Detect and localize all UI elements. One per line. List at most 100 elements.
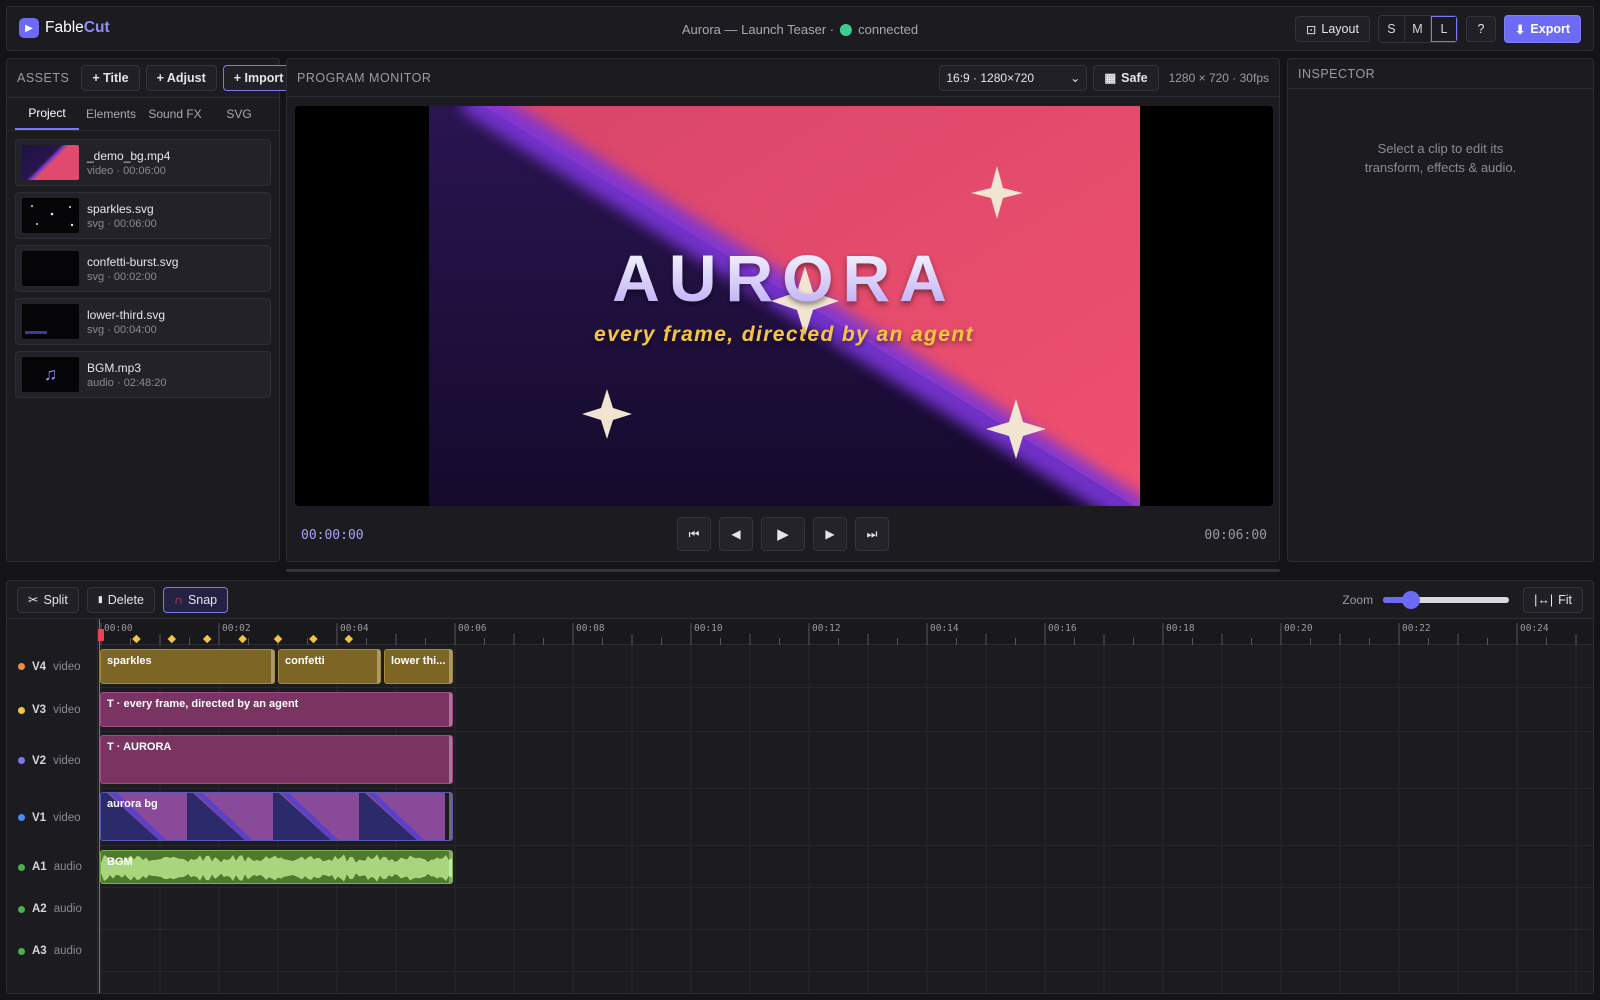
keyframe-marker [273, 634, 283, 644]
track-kind: video [53, 754, 81, 767]
split-button[interactable]: ✂ Split [17, 586, 79, 613]
go-to-start-button[interactable]: ⏮ [677, 517, 711, 551]
preview-artwork: AURORA every frame, directed by an agent [429, 106, 1140, 506]
asset-thumbnail [22, 198, 79, 233]
asset-list: _demo_bg.mp4 video · 00:06:00 sparkles.sv… [7, 131, 279, 406]
app-logo[interactable]: ▶ FableCut [19, 18, 110, 38]
track-kind: video [53, 660, 81, 673]
add-adjust-button[interactable]: + Adjust [145, 65, 217, 91]
aspect-ratio-select[interactable]: 16:9 · 1280×720 ⌄ [939, 64, 1088, 91]
asset-name: BGM.mp3 [87, 360, 142, 375]
delete-button[interactable]: ▮ Delete [86, 586, 155, 613]
track-id: V1 [32, 811, 47, 824]
export-label: Export [1530, 22, 1570, 36]
monitor-title: PROGRAM MONITOR [297, 70, 432, 85]
connection-indicator-icon [840, 23, 853, 36]
frame-tagline: every frame, directed by an agent [594, 323, 974, 346]
track-header-v2[interactable]: V2 video [7, 732, 97, 789]
asset-item[interactable]: confetti-burst.svg svg · 00:02:00 [15, 245, 271, 292]
track-color-dot [18, 905, 25, 913]
track-header-a3[interactable]: A3 audio [7, 930, 97, 972]
clip-trim-handle[interactable] [449, 650, 452, 683]
asset-item[interactable]: lower-third.svg svg · 00:04:00 [15, 298, 271, 345]
track-header-v1[interactable]: V1 video [7, 789, 97, 846]
inspector-empty-line: Select a clip to edit its [1377, 141, 1504, 156]
track-headers: V4 video V3 video V2 video V1 video A1 audio … [7, 619, 97, 993]
previous-frame-button[interactable]: ◀ [719, 517, 753, 551]
asset-name: sparkles.svg [87, 201, 154, 216]
track-header-v4[interactable]: V4 video [7, 645, 97, 688]
inspector-panel: INSPECTOR Select a clip to edit its tran… [1287, 58, 1594, 562]
size-m-button[interactable]: M [1405, 16, 1431, 42]
add-title-button[interactable]: + Title [81, 65, 140, 91]
asset-name: _demo_bg.mp4 [87, 148, 171, 163]
clip-trim-handle[interactable] [449, 736, 452, 783]
frame-headline: AURORA [612, 241, 956, 315]
layout-button[interactable]: ⊡ Layout [1294, 16, 1370, 42]
safe-area-button[interactable]: ▦ Safe [1093, 64, 1159, 91]
tab-sound-fx[interactable]: Sound FX [143, 98, 207, 130]
asset-item[interactable]: sparkles.svg svg · 00:06:00 [15, 192, 271, 239]
lane-a2 [98, 888, 1593, 930]
ruler-label: 00:02 [222, 623, 251, 634]
clip-trim-handle[interactable] [449, 693, 452, 726]
clip-trim-handle[interactable] [449, 793, 452, 840]
track-color-dot [18, 706, 25, 714]
track-id: A3 [32, 945, 47, 957]
help-button[interactable]: ? [1465, 16, 1496, 42]
play-icon: ▶ [777, 526, 789, 543]
fit-label: Fit [1558, 592, 1572, 607]
track-header-a2[interactable]: A2 audio [7, 888, 97, 930]
trash-icon: ▮ [97, 594, 103, 604]
ruler-label: 00:10 [694, 623, 723, 634]
clip-bgm-audio[interactable]: BGM [100, 850, 453, 884]
project-title: Aurora — Launch Teaser · [681, 22, 835, 37]
zoom-slider[interactable] [1383, 590, 1510, 609]
program-monitor: PROGRAM MONITOR 16:9 · 1280×720 ⌄ ▦ Safe 1… [286, 58, 1280, 562]
clip-headline-title[interactable]: T · AURORA [100, 735, 453, 784]
zoom-slider-knob[interactable] [1401, 590, 1420, 609]
track-kind: video [53, 704, 81, 716]
track-color-dot [18, 863, 25, 871]
import-button[interactable]: + Import [222, 65, 295, 91]
preview-stage[interactable]: AURORA every frame, directed by an agent [295, 106, 1273, 506]
tab-project[interactable]: Project [15, 98, 79, 130]
track-header-a1[interactable]: A1 audio [7, 846, 97, 888]
size-s-button[interactable]: S [1379, 16, 1405, 42]
playhead[interactable] [98, 619, 104, 993]
fit-button[interactable]: |↔| Fit [1523, 586, 1583, 613]
clip-sparkles[interactable]: sparkles [100, 649, 275, 684]
panel-resize-handle[interactable] [286, 569, 1280, 572]
clip-trim-handle[interactable] [271, 650, 274, 683]
layout-label: Layout [1321, 22, 1359, 36]
asset-item[interactable]: ♫ BGM.mp3 audio · 02:48:20 [15, 351, 271, 398]
go-to-end-button[interactable]: ⏭ [855, 517, 889, 551]
export-button[interactable]: ⬇ Export [1503, 15, 1581, 43]
skip-start-icon: ⏮ [688, 526, 700, 541]
clip-label: T · every frame, directed by an agent [107, 698, 299, 710]
clip-label: T · AURORA [107, 741, 172, 753]
time-ruler[interactable]: 00:00 00:02 00:04 00:06 00:08 00:10 00:12 00:14… [98, 619, 1593, 645]
next-frame-button[interactable]: ▶ [813, 517, 847, 551]
clip-trim-handle[interactable] [449, 851, 452, 883]
ruler-label: 00:06 [458, 623, 487, 634]
track-header-v3[interactable]: V3 video [7, 688, 97, 732]
timeline-lanes[interactable]: 00:00 00:02 00:04 00:06 00:08 00:10 00:12 00:14… [97, 619, 1593, 993]
inspector-empty-line: transform, effects & audio. [1364, 160, 1517, 175]
playhead-handle[interactable] [98, 629, 104, 641]
asset-thumbnail [22, 304, 79, 339]
clip-label: confetti [285, 655, 325, 667]
clip-lower-third[interactable]: lower thi... [384, 649, 453, 684]
clip-aurora-bg[interactable]: aurora bg [100, 792, 453, 841]
tab-svg[interactable]: SVG [207, 98, 271, 130]
zoom-label: Zoom [1342, 592, 1374, 607]
snap-toggle[interactable]: ∩ Snap [162, 586, 229, 613]
ruler-label: 00:20 [1284, 623, 1313, 634]
clip-confetti[interactable]: confetti [278, 649, 381, 684]
size-l-button[interactable]: L [1430, 16, 1457, 42]
clip-tagline-title[interactable]: T · every frame, directed by an agent [100, 692, 453, 727]
play-button[interactable]: ▶ [761, 517, 805, 551]
tab-elements[interactable]: Elements [79, 98, 143, 130]
asset-item[interactable]: _demo_bg.mp4 video · 00:06:00 [15, 139, 271, 186]
clip-trim-handle[interactable] [377, 650, 380, 683]
